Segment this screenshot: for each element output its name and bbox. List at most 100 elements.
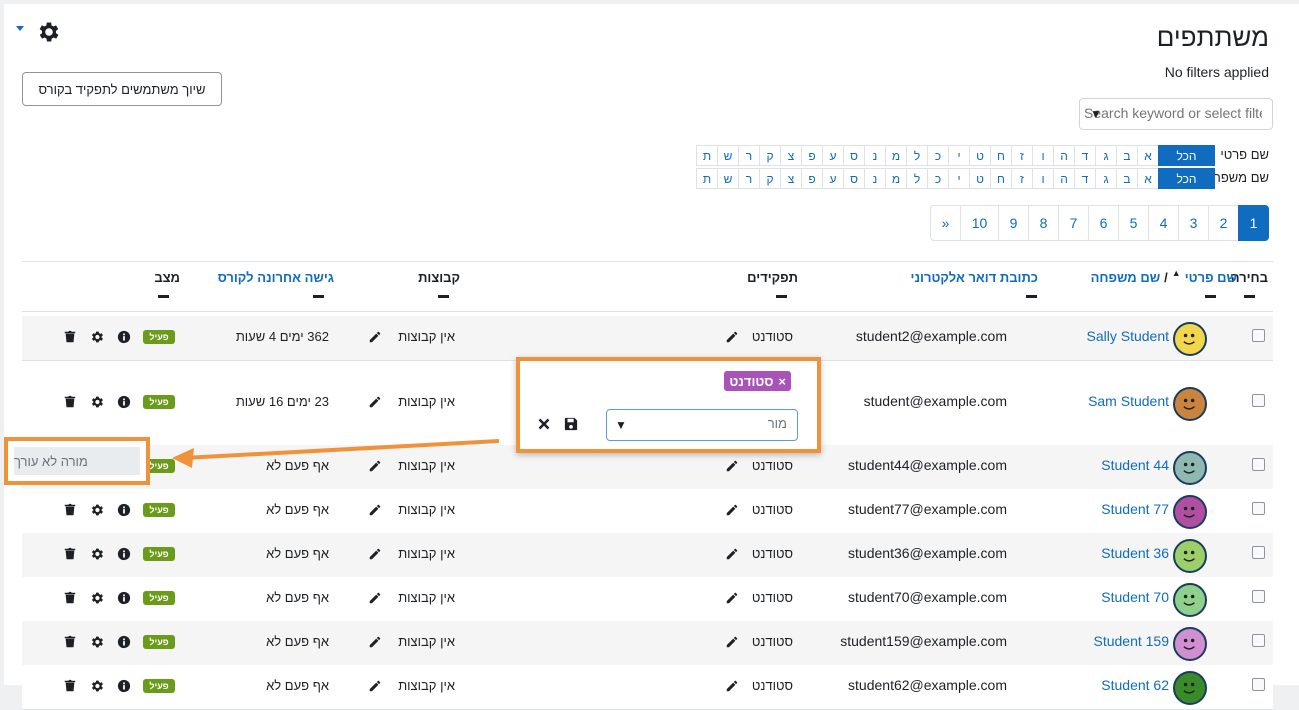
page-link[interactable]: 10 <box>960 205 999 241</box>
initial-letter[interactable]: י <box>948 145 970 166</box>
initial-letter[interactable]: פ <box>801 145 823 166</box>
edit-groups-pencil-icon[interactable] <box>368 591 382 605</box>
edit-roles-pencil-icon[interactable] <box>725 330 739 344</box>
initial-letter[interactable]: ו <box>1032 145 1054 166</box>
initial-all[interactable]: הכל <box>1158 145 1215 166</box>
initial-letter[interactable]: ה <box>1053 145 1075 166</box>
row-checkbox[interactable] <box>1252 394 1265 407</box>
role-autocomplete-input[interactable]: מור ▼ <box>606 409 798 441</box>
initial-letter[interactable]: ד <box>1074 168 1096 189</box>
initial-letter[interactable]: ב <box>1116 145 1138 166</box>
initial-letter[interactable]: ט <box>969 145 991 166</box>
initial-letter[interactable]: י <box>948 168 970 189</box>
initial-letter[interactable]: מ <box>885 145 907 166</box>
gear-icon[interactable] <box>90 635 104 649</box>
initial-letter[interactable]: ל <box>906 168 928 189</box>
initial-letter[interactable]: ס <box>843 168 865 189</box>
initial-letter[interactable]: ז <box>1011 145 1033 166</box>
page-link[interactable]: 2 <box>1208 205 1239 241</box>
initial-letter[interactable]: כ <box>927 145 949 166</box>
cancel-icon[interactable] <box>538 418 550 430</box>
info-icon[interactable] <box>117 591 131 605</box>
page-link[interactable]: 4 <box>1148 205 1179 241</box>
initial-letter[interactable]: ק <box>759 145 781 166</box>
page-link[interactable]: 6 <box>1088 205 1119 241</box>
participant-name-link[interactable]: Sam Student <box>1088 393 1169 409</box>
initial-letter[interactable]: פ <box>801 168 823 189</box>
page-link[interactable]: 5 <box>1118 205 1149 241</box>
row-checkbox[interactable] <box>1252 458 1265 471</box>
edit-roles-pencil-icon[interactable] <box>725 679 739 693</box>
save-icon[interactable] <box>564 417 578 431</box>
search-filter[interactable]: ▼ <box>1079 98 1273 130</box>
initial-letter[interactable]: ד <box>1074 145 1096 166</box>
edit-groups-pencil-icon[interactable] <box>368 395 382 409</box>
initial-letter[interactable]: ח <box>990 168 1012 189</box>
initial-all[interactable]: הכל <box>1158 168 1215 189</box>
edit-groups-pencil-icon[interactable] <box>368 679 382 693</box>
gear-icon[interactable] <box>90 330 104 344</box>
trash-icon[interactable] <box>63 591 77 605</box>
info-icon[interactable] <box>117 503 131 517</box>
initial-letter[interactable]: מ <box>885 168 907 189</box>
search-input[interactable] <box>1080 99 1270 127</box>
trash-icon[interactable] <box>63 395 77 409</box>
edit-roles-pencil-icon[interactable] <box>725 547 739 561</box>
row-checkbox[interactable] <box>1252 590 1265 603</box>
participant-name-link[interactable]: Student 77 <box>1101 501 1169 517</box>
participant-name-link[interactable]: Sally Student <box>1087 328 1170 344</box>
initial-letter[interactable]: ג <box>1095 145 1117 166</box>
trash-icon[interactable] <box>63 547 77 561</box>
gear-icon[interactable] <box>90 503 104 517</box>
initial-letter[interactable]: ב <box>1116 168 1138 189</box>
page-link[interactable]: 7 <box>1058 205 1089 241</box>
initial-letter[interactable]: ג <box>1095 168 1117 189</box>
edit-groups-pencil-icon[interactable] <box>368 330 382 344</box>
initial-letter[interactable]: כ <box>927 168 949 189</box>
trash-icon[interactable] <box>63 330 77 344</box>
initial-letter[interactable]: ר <box>738 145 760 166</box>
initial-letter[interactable]: ט <box>969 168 991 189</box>
participant-name-link[interactable]: Student 62 <box>1101 677 1169 693</box>
info-icon[interactable] <box>117 330 131 344</box>
initial-letter[interactable]: צ <box>780 145 802 166</box>
initial-letter[interactable]: ל <box>906 145 928 166</box>
initial-letter[interactable]: ה <box>1053 168 1075 189</box>
initial-letter[interactable]: נ <box>864 168 886 189</box>
role-suggestion-item[interactable]: מורה לא עורך <box>14 447 140 475</box>
enrol-users-button[interactable]: שיוך משתמשים לתפקיד בקורס <box>22 72 222 106</box>
row-checkbox[interactable] <box>1252 329 1265 342</box>
edit-roles-pencil-icon[interactable] <box>725 635 739 649</box>
sort-email-link[interactable]: כתובת דואר אלקטרוני <box>911 270 1038 285</box>
initial-letter[interactable]: ח <box>990 145 1012 166</box>
initial-letter[interactable]: ש <box>717 145 739 166</box>
initial-letter[interactable]: נ <box>864 145 886 166</box>
initial-letter[interactable]: ר <box>738 168 760 189</box>
info-icon[interactable] <box>117 547 131 561</box>
edit-roles-pencil-icon[interactable] <box>725 591 739 605</box>
initial-letter[interactable]: ש <box>717 168 739 189</box>
initial-letter[interactable]: ת <box>696 168 718 189</box>
participant-name-link[interactable]: Student 36 <box>1101 545 1169 561</box>
info-icon[interactable] <box>117 679 131 693</box>
edit-groups-pencil-icon[interactable] <box>368 503 382 517</box>
edit-roles-pencil-icon[interactable] <box>725 459 739 473</box>
initial-letter[interactable]: ק <box>759 168 781 189</box>
gear-icon[interactable] <box>90 395 104 409</box>
info-icon[interactable] <box>117 635 131 649</box>
trash-icon[interactable] <box>63 679 77 693</box>
trash-icon[interactable] <box>63 503 77 517</box>
initial-letter[interactable]: ע <box>822 168 844 189</box>
role-tag[interactable]: × סטודנט <box>724 371 791 391</box>
row-checkbox[interactable] <box>1252 546 1265 559</box>
info-icon[interactable] <box>117 395 131 409</box>
page-link[interactable]: 9 <box>998 205 1029 241</box>
gear-icon[interactable] <box>90 679 104 693</box>
page-link[interactable]: 3 <box>1178 205 1209 241</box>
initial-letter[interactable]: א <box>1137 145 1159 166</box>
participant-name-link[interactable]: Student 70 <box>1101 589 1169 605</box>
edit-roles-pencil-icon[interactable] <box>725 503 739 517</box>
trash-icon[interactable] <box>63 635 77 649</box>
initial-letter[interactable]: א <box>1137 168 1159 189</box>
initial-letter[interactable]: ע <box>822 145 844 166</box>
